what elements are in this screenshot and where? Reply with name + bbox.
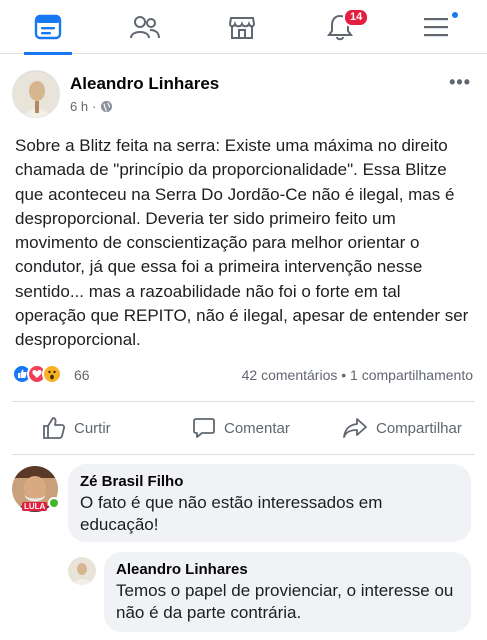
- reactions-summary: 66 42 comentários • 1 compartilhamento: [12, 364, 475, 388]
- post-text: Sobre a Blitz feita na serra: Existe uma…: [15, 136, 469, 350]
- post-actions: Curtir Comentar Compartilhar: [12, 406, 475, 450]
- notifications-badge: 14: [343, 8, 370, 27]
- nav-friends[interactable]: [115, 0, 175, 54]
- post-meta: 6 h ·: [70, 99, 113, 114]
- like-label: Curtir: [74, 419, 111, 437]
- reply-text: Temos o papel de provienciar, o interess…: [116, 581, 454, 622]
- meta-separator: ·: [92, 99, 97, 114]
- share-label: Compartilhar: [376, 419, 462, 437]
- online-status-indicator: [48, 497, 60, 509]
- comment-bubble[interactable]: Zé Brasil Filho O fato é que não estão i…: [68, 464, 471, 542]
- feed-icon: [34, 14, 62, 40]
- menu-indicator-dot: [451, 11, 459, 19]
- more-options-button[interactable]: •••: [449, 72, 471, 93]
- nav-marketplace[interactable]: [212, 0, 272, 54]
- share-icon: [343, 418, 367, 438]
- reply-bubble[interactable]: Aleandro Linhares Temos o papel de provi…: [104, 552, 471, 632]
- actions-divider: [12, 454, 475, 455]
- comment-icon: [193, 418, 215, 438]
- thumbs-up-icon: [43, 417, 66, 439]
- author-avatar[interactable]: [12, 70, 60, 118]
- friends-icon: [130, 16, 160, 39]
- comment-text: O fato é que não estão interessados em e…: [80, 493, 383, 534]
- post-time[interactable]: 6 h: [70, 99, 88, 114]
- comment-button[interactable]: Comentar: [192, 406, 290, 450]
- post-header: Aleandro Linhares 6 h · •••: [12, 70, 475, 120]
- menu-icon: [424, 18, 448, 37]
- comment-label: Comentar: [224, 419, 290, 437]
- reaction-icons[interactable]: [12, 364, 62, 384]
- reaction-count[interactable]: 66: [74, 367, 90, 383]
- top-navigation: 14: [0, 0, 487, 55]
- reactions-divider: [12, 401, 475, 402]
- reply-author[interactable]: Aleandro Linhares: [116, 560, 459, 580]
- marketplace-icon: [228, 17, 256, 39]
- author-name[interactable]: Aleandro Linhares: [70, 74, 219, 94]
- nav-notifications[interactable]: 14: [310, 0, 370, 54]
- globe-icon: [101, 100, 113, 113]
- nav-menu[interactable]: [406, 0, 466, 54]
- avatar-frame-tag: LULA: [22, 502, 48, 511]
- nav-feed[interactable]: [18, 0, 78, 55]
- share-button[interactable]: Compartilhar: [342, 406, 462, 450]
- wow-icon: [42, 364, 62, 384]
- more-icon: •••: [449, 72, 471, 92]
- engagement-stats[interactable]: 42 comentários • 1 compartilhamento: [242, 367, 473, 383]
- reply-author-avatar[interactable]: [68, 557, 96, 585]
- comment-author[interactable]: Zé Brasil Filho: [80, 472, 459, 492]
- like-button[interactable]: Curtir: [42, 406, 111, 450]
